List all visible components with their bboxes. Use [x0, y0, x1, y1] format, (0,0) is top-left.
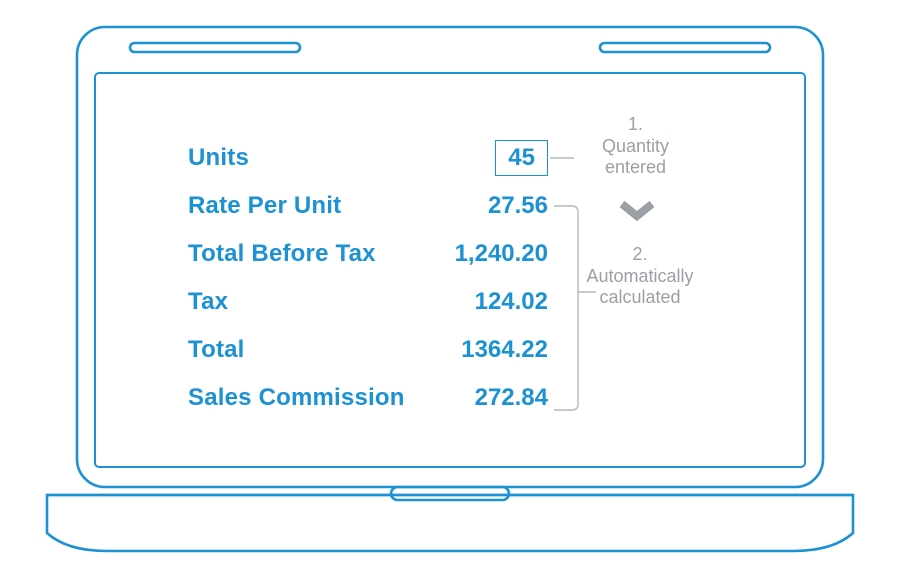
chevron-down-icon	[620, 200, 654, 229]
annotation-2-l2: calculated	[550, 287, 730, 309]
annotation-1-l1: Quantity	[568, 136, 703, 158]
annotation-auto-calculated: 2. Automatically calculated	[550, 244, 730, 309]
annotation-2-num: 2.	[550, 244, 730, 266]
screen-content: Units 45 Rate Per Unit 27.56 Total Befor…	[80, 120, 820, 460]
annotation-1-num: 1.	[568, 114, 703, 136]
annotation-1-l2: entered	[568, 157, 703, 179]
annotation-quantity-entered: 1. Quantity entered	[568, 114, 703, 179]
annotation-2-l1: Automatically	[550, 266, 730, 288]
